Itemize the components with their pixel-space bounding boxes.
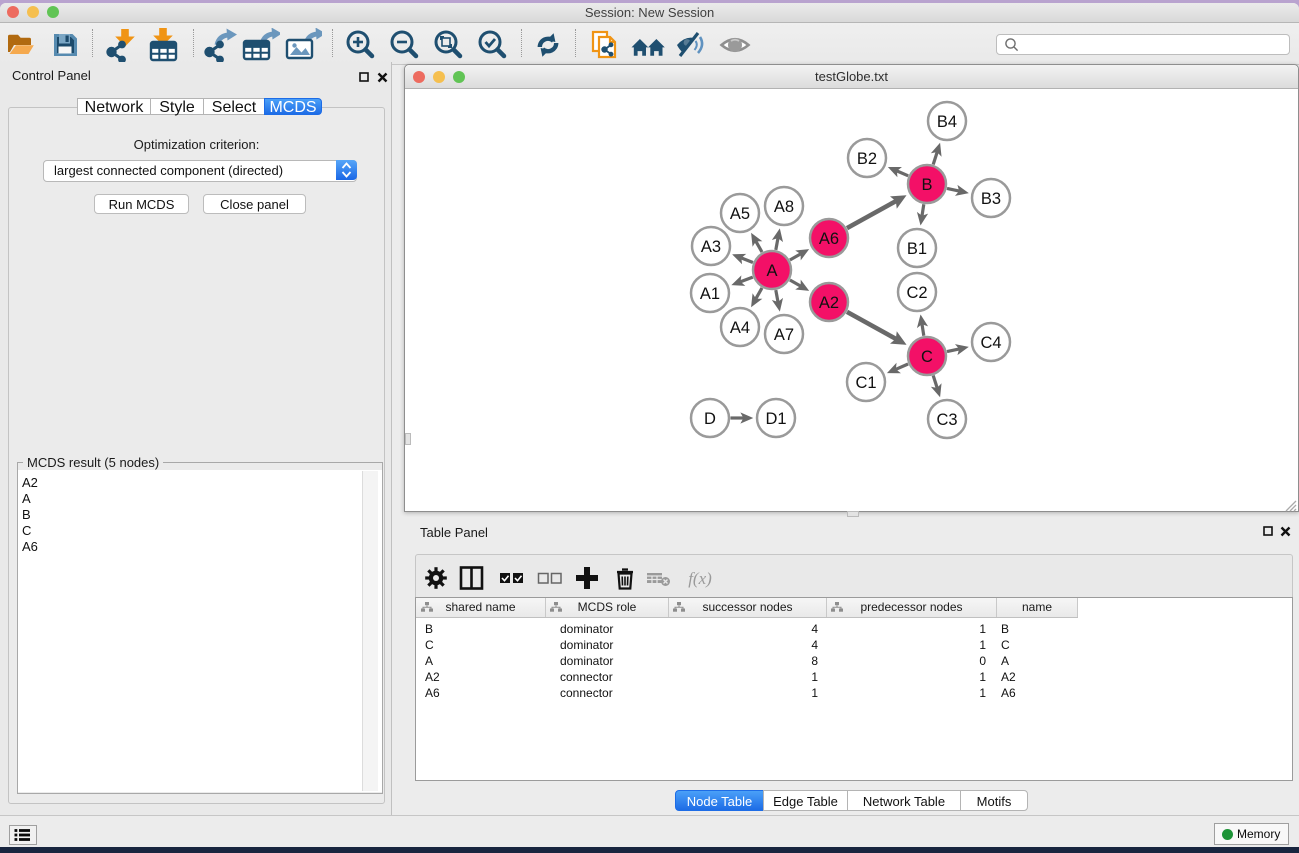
svg-text:D1: D1 bbox=[765, 410, 786, 428]
svg-text:C4: C4 bbox=[980, 334, 1001, 352]
svg-text:C1: C1 bbox=[855, 374, 876, 392]
svg-text:C: C bbox=[921, 348, 933, 366]
svg-text:A7: A7 bbox=[774, 326, 794, 344]
svg-text:A: A bbox=[766, 262, 777, 280]
svg-text:A2: A2 bbox=[819, 294, 839, 312]
svg-text:B: B bbox=[921, 176, 932, 194]
svg-text:f(x): f(x) bbox=[688, 569, 712, 588]
svg-text:A3: A3 bbox=[701, 238, 721, 256]
svg-text:B1: B1 bbox=[907, 240, 927, 258]
svg-text:B4: B4 bbox=[937, 113, 957, 131]
svg-text:C2: C2 bbox=[906, 284, 927, 302]
svg-text:C3: C3 bbox=[936, 411, 957, 429]
svg-text:A5: A5 bbox=[730, 205, 750, 223]
svg-text:A1: A1 bbox=[700, 285, 720, 303]
svg-text:B2: B2 bbox=[857, 150, 877, 168]
svg-text:B3: B3 bbox=[981, 190, 1001, 208]
svg-text:A8: A8 bbox=[774, 198, 794, 216]
svg-text:D: D bbox=[704, 410, 716, 428]
svg-text:A6: A6 bbox=[819, 230, 839, 248]
svg-text:A4: A4 bbox=[730, 319, 750, 337]
